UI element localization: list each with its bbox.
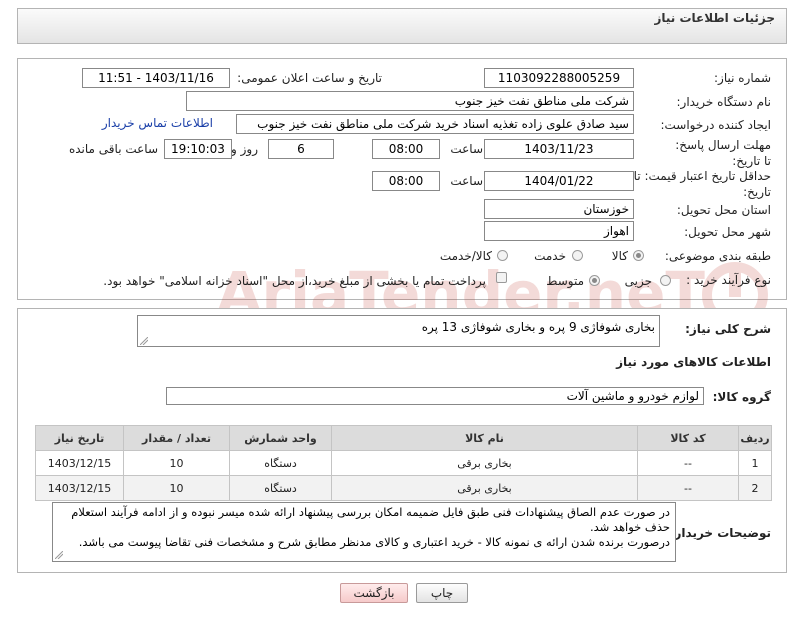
resize-handle-icon[interactable] — [140, 337, 148, 345]
requester-field: سید صادق علوی زاده تغذیه اسناد خرید شرکت… — [236, 114, 634, 134]
announce-field: 1403/11/16 - 11:51 — [82, 68, 230, 88]
buyer-notes-field: در صورت عدم الصاق پیشنهادات فنی طبق فایل… — [52, 502, 676, 562]
requester-label: ایجاد کننده درخواست: — [660, 118, 771, 132]
buyer-org-label: نام دستگاه خریدار: — [676, 95, 772, 109]
process-radio-medium[interactable] — [589, 275, 600, 286]
category-radio-goods-service[interactable] — [497, 250, 508, 261]
buyer-notes-label: توضیحات خریدار: — [669, 526, 771, 540]
buyer-contact-link[interactable]: اطلاعات تماس خریدار — [102, 116, 213, 130]
goods-group-field: لوازم خودرو و ماشین آلات — [166, 387, 704, 405]
cell-unit: دستگاه — [229, 450, 332, 476]
page-title: جزئیات اطلاعات نیاز — [654, 11, 775, 25]
announce-label: تاریخ و ساعت اعلان عمومی: — [237, 71, 382, 85]
remaining-suffix-label: ساعت باقی مانده — [68, 142, 158, 156]
table-row[interactable]: 2 -- بخاری برقی دستگاه 10 1403/12/15 — [35, 475, 772, 501]
process-option-medium: متوسط — [546, 274, 584, 288]
cell-code: -- — [637, 475, 739, 501]
cell-unit: دستگاه — [229, 475, 332, 501]
deadline-time-label: ساعت — [450, 142, 483, 156]
cell-row-num: 2 — [738, 475, 772, 501]
goods-group-label: گروه کالا: — [712, 390, 771, 404]
category-radio-goods[interactable] — [633, 250, 644, 261]
province-label: استان محل تحویل: — [676, 203, 771, 217]
col-header-row: ردیف — [738, 425, 772, 451]
category-radio-service[interactable] — [572, 250, 583, 261]
city-field: اهواز — [484, 221, 634, 241]
summary-field: بخاری شوفاژی 9 پره و بخاری شوفاژی 13 پره — [137, 315, 660, 347]
process-radio-minor[interactable] — [660, 275, 671, 286]
remaining-days-field: 6 — [268, 139, 334, 159]
treasury-payment-checkbox[interactable] — [496, 272, 507, 283]
buyer-notes-line-2: درصورت برنده شدن ارائه ی نمونه کالا - خر… — [78, 535, 670, 549]
col-header-date: تاریخ نیاز — [35, 425, 124, 451]
deadline-label: مهلت ارسال پاسخ: تا تاریخ: — [675, 138, 771, 168]
col-header-code: کد کالا — [637, 425, 739, 451]
province-field: خوزستان — [484, 199, 634, 219]
goods-table: ردیف کد کالا نام کالا واحد شمارش تعداد /… — [35, 425, 772, 501]
buyer-notes-line-1: در صورت عدم الصاق پیشنهادات فنی طبق فایل… — [71, 505, 670, 534]
col-header-qty: تعداد / مقدار — [123, 425, 230, 451]
back-button[interactable]: بازگشت — [340, 583, 408, 603]
col-header-name: نام کالا — [331, 425, 638, 451]
goods-table-header: ردیف کد کالا نام کالا واحد شمارش تعداد /… — [35, 425, 772, 451]
cell-row-num: 1 — [738, 450, 772, 476]
city-label: شهر محل تحویل: — [684, 225, 771, 239]
cell-date: 1403/12/15 — [35, 450, 124, 476]
need-number-label: شماره نیاز: — [714, 71, 771, 85]
process-option-minor: جزیی — [624, 274, 652, 288]
summary-text: بخاری شوفاژی 9 پره و بخاری شوفاژی 13 پره — [421, 320, 655, 334]
category-option-service: خدمت — [534, 249, 566, 263]
price-validity-label: حداقل تاریخ اعتبار قیمت: تا تاریخ: — [633, 169, 771, 199]
cell-name: بخاری برقی — [331, 475, 638, 501]
goods-info-title: اطلاعات کالاهای مورد نیاز — [616, 355, 771, 369]
cell-date: 1403/12/15 — [35, 475, 124, 501]
price-validity-time-label: ساعت — [450, 174, 483, 188]
deadline-time-field: 08:00 — [372, 139, 440, 159]
deadline-date-field: 1403/11/23 — [484, 139, 634, 159]
summary-label: شرح کلی نیاز: — [685, 322, 771, 336]
goods-table-wrapper: ردیف کد کالا نام کالا واحد شمارش تعداد /… — [35, 425, 772, 501]
need-number-field: 1103092288005259 — [484, 68, 634, 88]
cell-qty: 10 — [123, 475, 230, 501]
price-validity-date-field: 1404/01/22 — [484, 171, 634, 191]
days-and-label: روز و — [231, 142, 258, 156]
col-header-unit: واحد شمارش — [229, 425, 332, 451]
table-row[interactable]: 1 -- بخاری برقی دستگاه 10 1403/12/15 — [35, 450, 772, 476]
print-button[interactable]: چاپ — [416, 583, 468, 603]
resize-handle-icon[interactable] — [55, 551, 63, 559]
process-label: نوع فرآیند خرید : — [686, 273, 771, 287]
price-validity-time-field: 08:00 — [372, 171, 440, 191]
remaining-time-field: 19:10:03 — [164, 139, 232, 159]
buyer-org-field: شرکت ملی مناطق نفت خیز جنوب — [186, 91, 634, 111]
category-option-goods: کالا — [611, 249, 628, 263]
cell-qty: 10 — [123, 450, 230, 476]
treasury-payment-note: پرداخت تمام یا بخشی از مبلغ خرید،از محل … — [103, 274, 486, 288]
cell-name: بخاری برقی — [331, 450, 638, 476]
category-label: طبقه بندی موضوعی: — [664, 249, 771, 263]
category-option-goods-service: کالا/خدمت — [439, 249, 492, 263]
cell-code: -- — [637, 450, 739, 476]
